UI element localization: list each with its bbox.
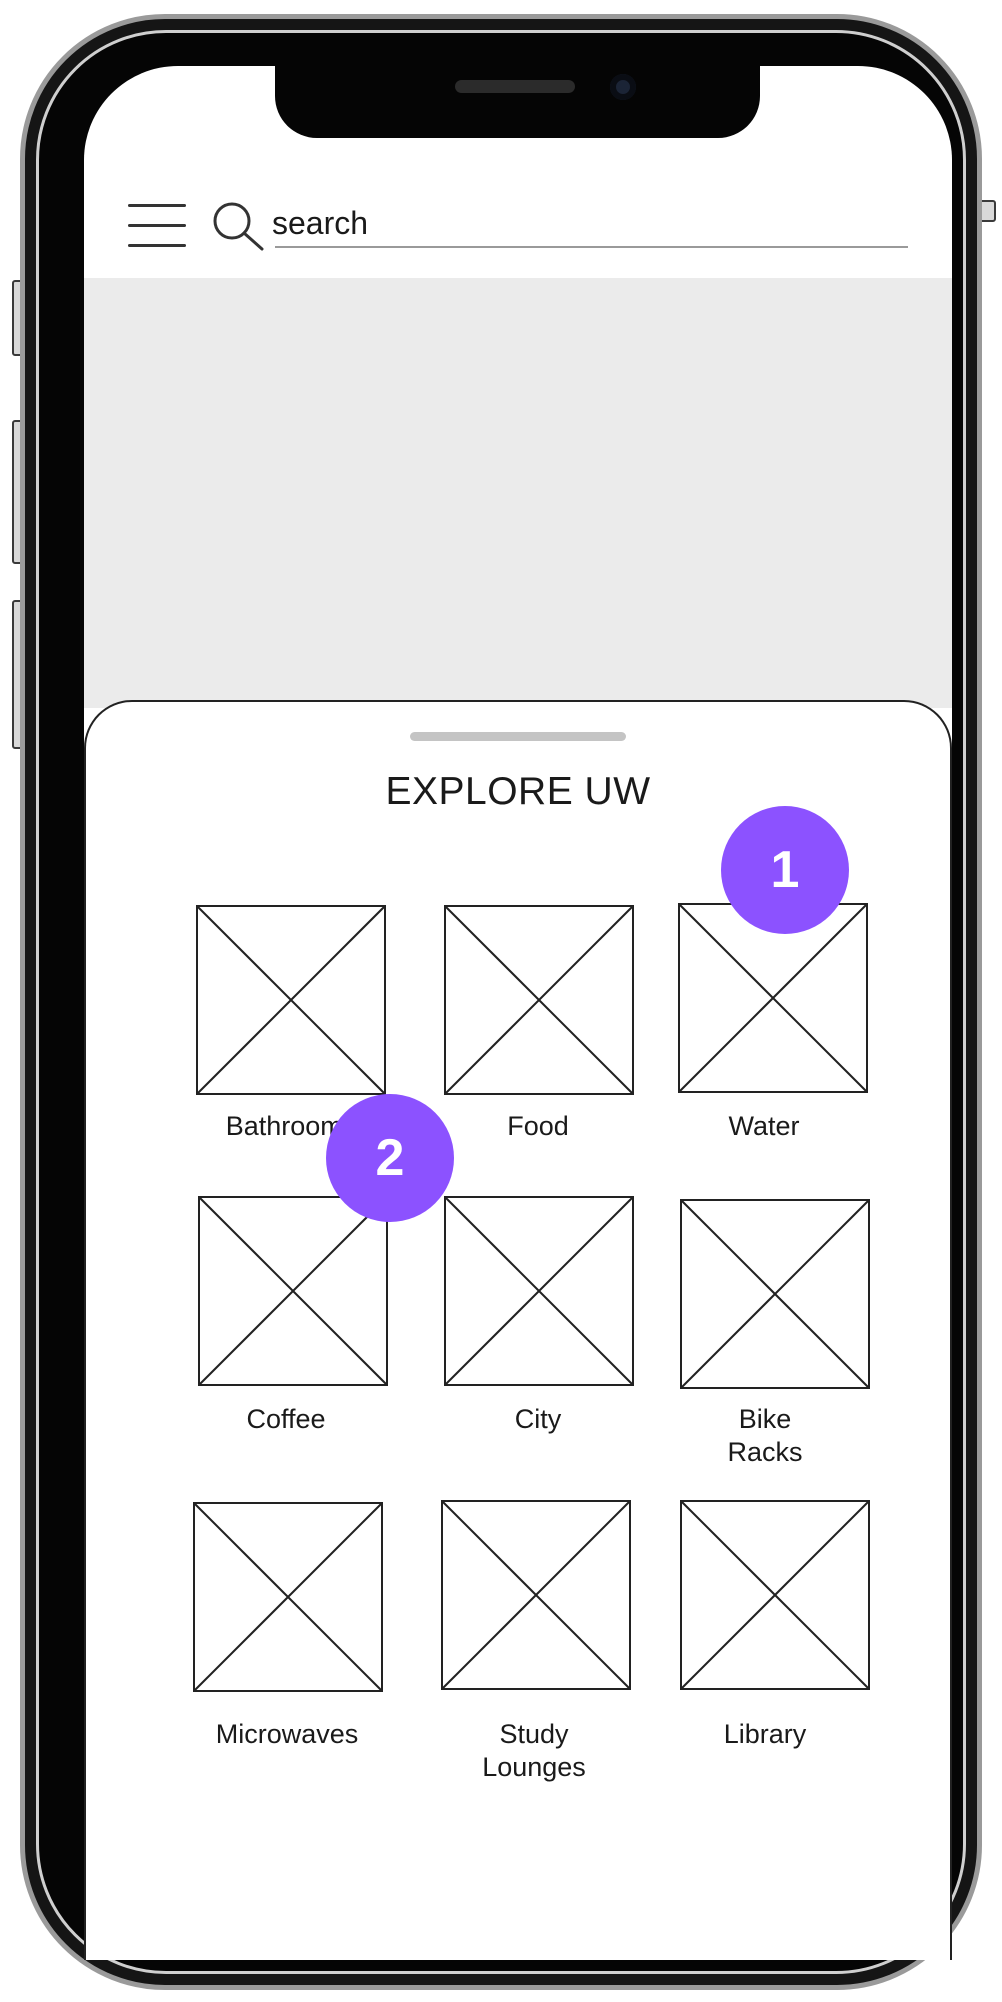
placeholder-image-icon [446,1198,632,1384]
placeholder-image-icon [443,1502,629,1688]
search-icon[interactable] [210,200,270,252]
tile-bathrooms[interactable] [196,905,386,1095]
phone-notch [275,50,760,138]
tile-city[interactable] [444,1196,634,1386]
tile-food[interactable] [444,905,634,1095]
tile-label-water: Water [728,1111,800,1141]
tile-library[interactable] [680,1500,870,1690]
tile-label-bike-racks: Bike Racks [727,1404,803,1467]
sheet-drag-handle[interactable] [410,732,626,741]
tile-label-coffee: Coffee [246,1404,326,1434]
placeholder-image-icon [446,907,632,1093]
annotation-marker-2: 2 [326,1094,454,1222]
search-placeholder: search [272,205,369,241]
tile-bike-racks[interactable] [680,1199,870,1389]
placeholder-image-icon [200,1198,386,1384]
tile-study-lounges[interactable] [441,1500,631,1690]
tile-label-study-lounges: Study Lounges [482,1719,586,1782]
annotation-marker-1: 1 [721,806,849,934]
tile-label-microwaves: Microwaves [215,1719,359,1749]
search-input[interactable]: search [272,205,892,245]
tile-label-food: Food [507,1111,569,1141]
tile-microwaves[interactable] [193,1502,383,1692]
placeholder-image-icon [198,907,384,1093]
phone-camera [610,74,636,100]
sheet-title: EXPLORE UW [385,770,651,813]
tile-coffee[interactable] [198,1196,388,1386]
phone-speaker [455,80,575,93]
placeholder-image-icon [682,1502,868,1688]
tile-label-library: Library [723,1719,807,1749]
placeholder-image-icon [195,1504,381,1690]
tile-label-city: City [514,1404,562,1434]
placeholder-image-icon [682,1201,868,1387]
map-area[interactable] [84,278,952,708]
hamburger-menu-icon[interactable] [128,204,186,248]
search-underline [275,246,908,248]
